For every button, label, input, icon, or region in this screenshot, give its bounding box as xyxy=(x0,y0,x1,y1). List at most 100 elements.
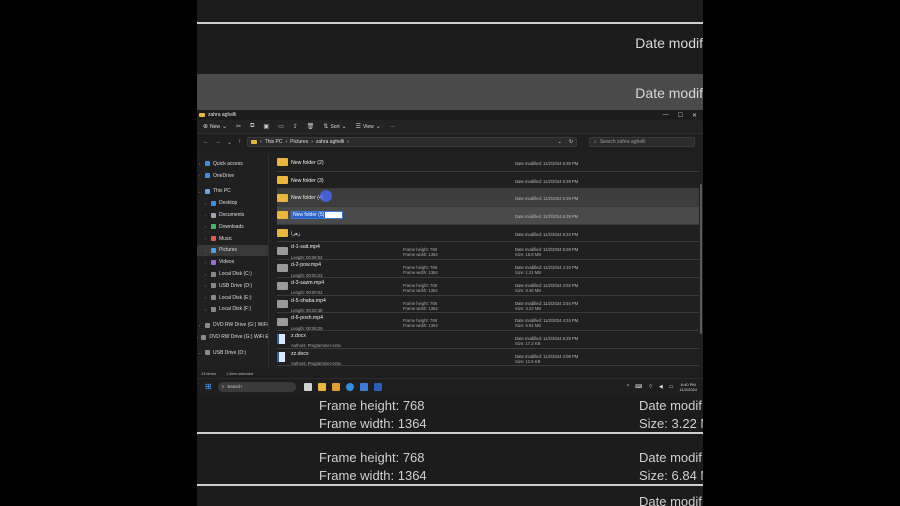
date-modified: Date modified: 11/2/2024 6:39 PM xyxy=(515,196,579,202)
chevron-icon[interactable]: › xyxy=(203,236,208,241)
file-size: Size: 18.8 MB xyxy=(515,252,542,258)
language-icon[interactable]: ⌨ xyxy=(635,384,642,390)
forward-button[interactable]: → xyxy=(215,139,221,145)
maximize-button[interactable]: ☐ xyxy=(678,112,683,119)
back-button[interactable]: ← xyxy=(203,139,209,145)
battery-icon[interactable]: ▭ xyxy=(669,384,674,390)
network-icon[interactable]: ⌔ xyxy=(648,384,653,390)
file-row[interactable]: New folder (4) Date modified: 11/2/2024 6… xyxy=(277,189,699,208)
word-icon[interactable] xyxy=(373,382,382,391)
sidebar-item[interactable]: ⌄ This PC xyxy=(197,186,268,198)
tray-caret-icon[interactable]: ^ xyxy=(627,384,629,390)
edge-browser-icon[interactable] xyxy=(345,382,354,391)
up-button[interactable]: ↑ xyxy=(238,139,241,145)
more-options-icon[interactable]: ··· xyxy=(390,124,396,130)
breadcrumb-pictures[interactable]: Pictures xyxy=(290,139,308,145)
volume-icon[interactable]: ◀ xyxy=(659,384,663,390)
sidebar-item[interactable]: › Local Disk (F:) xyxy=(197,304,268,316)
address-bar[interactable]: › This PC › Pictures › zahra aghelli › ⌄… xyxy=(247,137,578,147)
rename-selected-text: New folder (5) xyxy=(292,212,326,219)
taskbar-apps xyxy=(303,382,382,391)
sidebar-item[interactable]: › USB Drive (D:) xyxy=(197,280,268,292)
file-row[interactable]: زهرا Date modified: 11/2/2024 6:34 PM xyxy=(277,225,699,243)
sidebar-item[interactable]: › Music xyxy=(197,233,268,245)
zoom-frame-height: Frame height: 768 xyxy=(319,398,425,413)
sidebar-item[interactable]: ⌄ USB Drive (D:) xyxy=(197,347,268,359)
sidebar-item-icon xyxy=(205,188,210,194)
recent-locations-button[interactable]: ⌄ xyxy=(227,139,232,146)
file-row[interactable]: z.docx Authors: Programmer-ezra Date modif… xyxy=(277,331,699,349)
share-icon[interactable]: ⇪ xyxy=(293,123,298,130)
file-row[interactable]: d-6-posh.mp4 Length: 00:06:29 Frame height… xyxy=(277,313,699,331)
view-button[interactable]: ☰ View ⌄ xyxy=(356,123,381,131)
clock-date: 11/2/2024 xyxy=(679,386,698,392)
chevron-icon[interactable]: › xyxy=(203,295,208,300)
sidebar-item[interactable]: › Documents xyxy=(197,209,268,221)
minimize-button[interactable]: — xyxy=(663,112,669,119)
file-row[interactable]: New folder (5) Date modified: 11/2/2024 6… xyxy=(277,207,699,225)
chevron-icon[interactable]: › xyxy=(203,260,208,265)
search-box[interactable]: ⌕ Search zahra aghelli xyxy=(589,137,696,147)
refresh-button[interactable]: ↻ xyxy=(569,139,573,145)
rename-input[interactable]: New folder (5) xyxy=(291,211,343,220)
file-size: Size: 1.21 MB xyxy=(515,270,542,276)
taskbar-search[interactable]: ⌕ Search xyxy=(217,381,296,392)
file-size: Size: 6.84 MB xyxy=(515,323,542,329)
paste-icon[interactable]: ▣ xyxy=(263,123,269,130)
close-button[interactable]: ✕ xyxy=(692,112,697,119)
file-explorer-icon[interactable] xyxy=(317,382,326,391)
chevron-icon[interactable]: ⌄ xyxy=(197,350,202,355)
chevron-icon[interactable]: › xyxy=(203,213,208,218)
chevron-icon[interactable]: › xyxy=(203,283,208,288)
sidebar-item-icon xyxy=(211,259,216,265)
file-row[interactable]: New folder (3) Date modified: 11/2/2024 6… xyxy=(277,172,699,190)
sidebar-item[interactable]: › Pictures xyxy=(197,244,268,257)
breadcrumb-this-pc[interactable]: This PC xyxy=(265,139,283,145)
chevron-icon[interactable]: › xyxy=(197,335,198,340)
vertical-scrollbar[interactable] xyxy=(700,184,702,334)
cut-icon[interactable]: ✂ xyxy=(236,123,241,130)
sidebar-item[interactable]: › DVD RW Drive (G:) WiFi E xyxy=(197,331,268,343)
chevron-icon[interactable]: › xyxy=(203,248,208,253)
windows-start-icon[interactable]: ⊞ xyxy=(205,382,212,391)
file-row[interactable]: d-1-sait.mp4 Length: 00:08:02 Frame height… xyxy=(277,242,699,261)
file-row[interactable]: d-3-sazm.mp4 Length: 00:00:02 Frame height… xyxy=(277,278,699,296)
folder-app-icon[interactable] xyxy=(331,382,340,391)
file-explorer-window: zahra aghelli — ☐ ✕ ⊕ New ⌄ ✂ ⧉ ▣ ▭ ⇪ 🗑 ⇅ S… xyxy=(197,110,703,378)
chevron-icon[interactable]: › xyxy=(203,224,208,229)
file-row[interactable]: d-5-shaba.mp4 Length: 00:03:38 Frame heigh… xyxy=(277,296,699,314)
chevron-icon[interactable]: › xyxy=(197,173,202,178)
task-view-icon[interactable] xyxy=(303,382,312,391)
chevron-icon[interactable]: › xyxy=(197,161,202,166)
sidebar-item[interactable]: › Quick access xyxy=(197,158,268,170)
sidebar-item[interactable]: › Desktop xyxy=(197,197,268,209)
chevron-icon[interactable]: › xyxy=(203,272,208,277)
file-row[interactable]: zz.docx Authors: Programmer-ezra Date modi… xyxy=(277,349,699,367)
sidebar-item[interactable]: › Local Disk (C:) xyxy=(197,268,268,280)
breadcrumb-current-folder[interactable]: zahra aghelli xyxy=(316,139,344,145)
chevron-icon[interactable]: › xyxy=(203,201,208,206)
zoom-date-label: Date modif xyxy=(639,398,702,413)
file-row[interactable]: New folder (2) Date modified: 11/2/2024 6… xyxy=(277,154,699,172)
copy-icon[interactable]: ⧉ xyxy=(250,123,254,130)
date-modified: Date modified: 11/2/2024 6:35 PM xyxy=(515,161,579,166)
chevron-icon[interactable]: › xyxy=(203,307,208,312)
sidebar-item[interactable]: › Videos xyxy=(197,256,268,268)
sidebar-item[interactable]: › Local Disk (E:) xyxy=(197,292,268,304)
rename-icon[interactable]: ▭ xyxy=(278,123,284,130)
clock[interactable]: 6:40 PM 11/2/2024 xyxy=(680,382,698,392)
chevron-icon[interactable]: ⌄ xyxy=(197,189,202,194)
file-row[interactable]: d-2-pow.mp4 Length: 00:00:23 Frame height:… xyxy=(277,260,699,278)
folder-icon xyxy=(277,211,288,220)
sort-button[interactable]: ⇅ Sort ⌄ xyxy=(323,123,347,131)
sidebar-item[interactable]: › OneDrive xyxy=(197,170,268,182)
new-button[interactable]: ⊕ New ⌄ xyxy=(203,123,227,131)
sidebar-item[interactable]: › Downloads xyxy=(197,221,268,233)
store-icon[interactable] xyxy=(359,382,368,391)
delete-icon[interactable]: 🗑 xyxy=(307,123,315,130)
sidebar-item[interactable]: › DVD RW Drive (G:) WiFi xyxy=(197,319,268,331)
address-dropdown-icon[interactable]: ⌄ xyxy=(558,139,562,145)
chevron-down-icon: ⌄ xyxy=(341,124,347,130)
chevron-icon[interactable]: › xyxy=(197,323,202,328)
sidebar-item-label: Downloads xyxy=(219,223,244,230)
